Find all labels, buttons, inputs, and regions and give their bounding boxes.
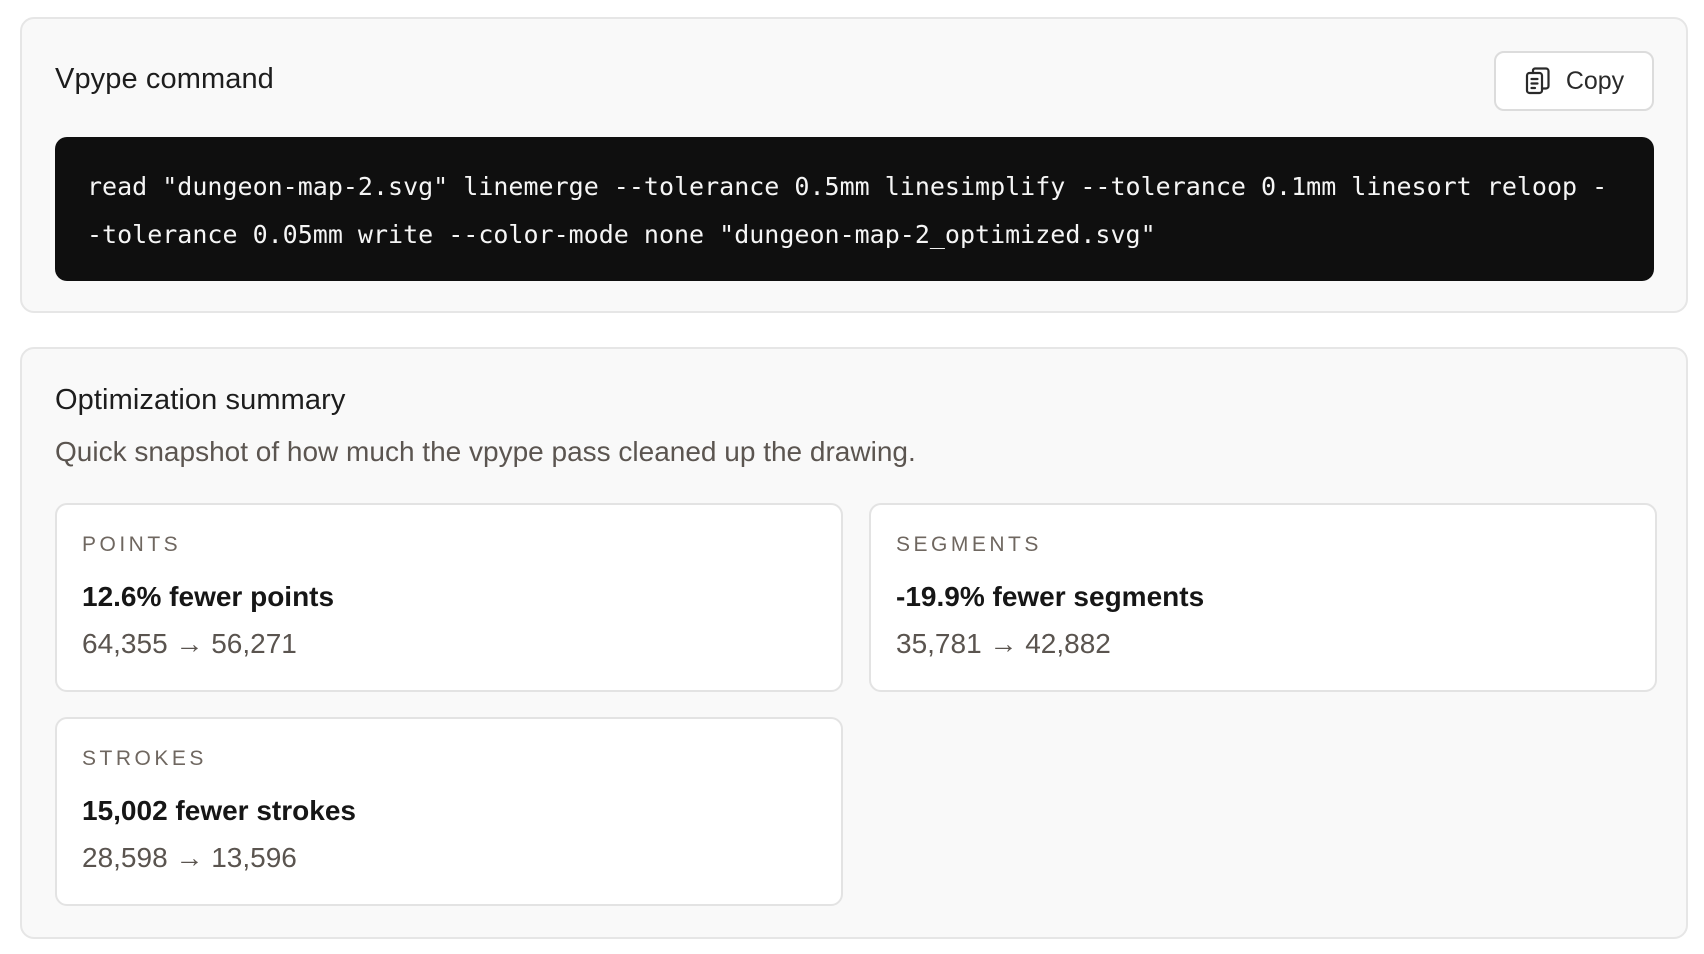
strokes-stat-card: STROKES 15,002 fewer strokes 28,598 → 13… xyxy=(55,717,843,906)
summary-subtitle: Quick snapshot of how much the vpype pas… xyxy=(55,436,916,467)
copy-button[interactable]: Copy xyxy=(1494,51,1654,111)
copy-button-label: Copy xyxy=(1565,66,1625,95)
stat-detail: 35,781 → 42,882 xyxy=(896,628,1111,659)
command-code-block[interactable]: read "dungeon-map-2.svg" linemerge --tol… xyxy=(55,137,1654,281)
command-text[interactable]: read "dungeon-map-2.svg" linemerge --tol… xyxy=(87,163,1622,259)
stat-detail: 64,355 → 56,271 xyxy=(82,628,297,659)
stat-headline: -19.9% fewer segments xyxy=(896,581,1205,612)
segments-stat-card: SEGMENTS -19.9% fewer segments 35,781 → … xyxy=(869,503,1657,692)
points-stat-card: POINTS 12.6% fewer points 64,355 → 56,27… xyxy=(55,503,843,692)
clipboard-copy-icon xyxy=(1524,66,1552,96)
stat-label: SEGMENTS xyxy=(896,533,1042,556)
command-panel: Vpype command Copy read "dungeon-map-2.s… xyxy=(20,17,1688,313)
summary-panel: Optimization summary Quick snapshot of h… xyxy=(20,347,1688,939)
stat-label: POINTS xyxy=(82,533,182,556)
stat-label: STROKES xyxy=(82,747,207,770)
stat-headline: 12.6% fewer points xyxy=(82,581,335,612)
stat-detail: 28,598 → 13,596 xyxy=(82,842,297,873)
stat-headline: 15,002 fewer strokes xyxy=(82,795,356,826)
summary-panel-title: Optimization summary xyxy=(55,384,346,416)
command-panel-title: Vpype command xyxy=(55,63,274,95)
